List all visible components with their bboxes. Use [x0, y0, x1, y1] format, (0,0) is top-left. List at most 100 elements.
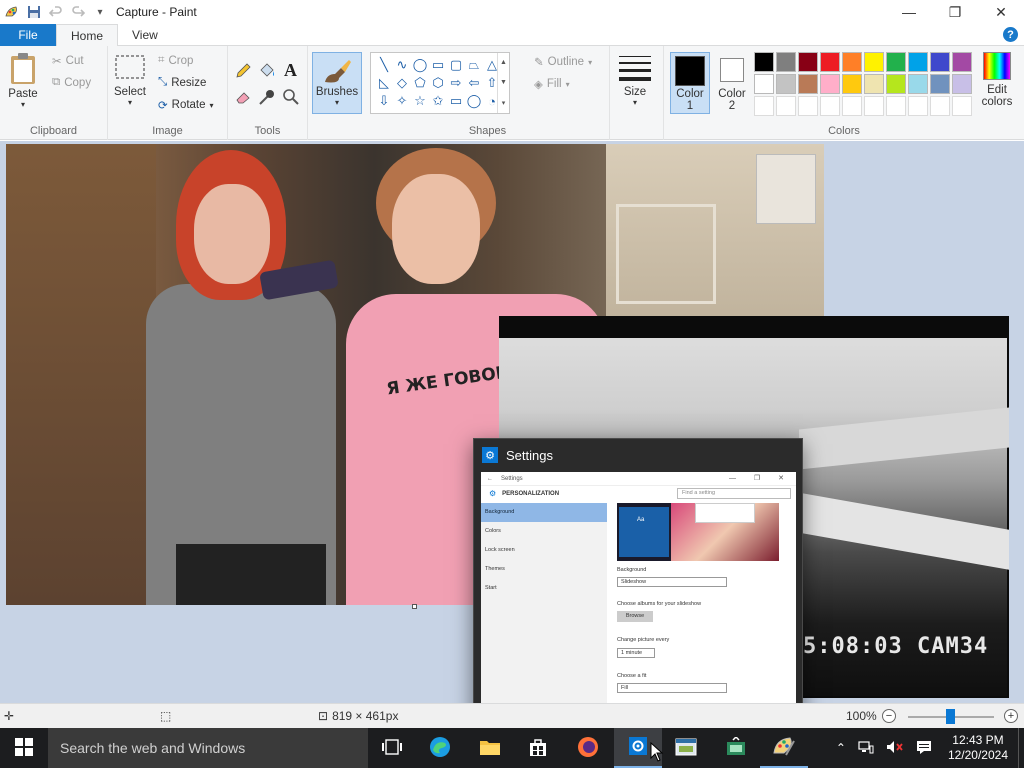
palette-swatch-empty[interactable] [886, 96, 906, 116]
fill-button[interactable]: ◈ Fill ▾ [534, 77, 570, 91]
palette-swatch-empty[interactable] [798, 96, 818, 116]
firefox-taskbar-button[interactable] [564, 728, 612, 768]
zoom-in-button[interactable]: + [1004, 709, 1018, 723]
tab-view[interactable]: View [118, 24, 172, 46]
edge-taskbar-button[interactable] [416, 728, 464, 768]
store-taskbar-button[interactable] [514, 728, 562, 768]
shape-item[interactable]: ☆ [411, 92, 429, 110]
outline-button[interactable]: ✎ Outline ▾ [534, 55, 592, 69]
palette-swatch[interactable] [930, 74, 950, 94]
palette-swatch[interactable] [776, 74, 796, 94]
rotate-button[interactable]: ⟳ Rotate ▾ [158, 98, 214, 112]
rotate-dropdown-icon[interactable]: ▾ [210, 101, 214, 110]
customize-toolbar-icon[interactable]: ▾ [92, 4, 108, 20]
palette-swatch[interactable] [908, 74, 928, 94]
paint-app-icon[interactable] [4, 4, 20, 20]
resize-button[interactable]: ⤡ Resize [158, 76, 206, 89]
scroll-down-icon[interactable]: ▼ [500, 79, 507, 86]
clock[interactable]: 12:43 PM 12/20/2024 [938, 733, 1018, 763]
palette-swatch-empty[interactable] [820, 96, 840, 116]
color2-button[interactable]: Color 2 [712, 52, 752, 114]
minimize-button[interactable]: — [886, 0, 932, 24]
select-button[interactable]: Select ▾ [114, 54, 146, 107]
shape-item[interactable]: ◯ [411, 56, 429, 74]
shape-item[interactable]: ⇨ [447, 74, 465, 92]
palette-swatch[interactable] [864, 52, 884, 72]
palette-swatch-empty[interactable] [754, 96, 774, 116]
palette-swatch[interactable] [776, 52, 796, 72]
cut-button[interactable]: ✂ Cut [52, 54, 84, 68]
palette-swatch[interactable] [886, 52, 906, 72]
palette-swatch[interactable] [864, 74, 884, 94]
action-center-icon[interactable] [910, 740, 938, 757]
shape-item[interactable]: ▢ [447, 56, 465, 74]
magnifier-icon[interactable] [282, 88, 300, 106]
copy-button[interactable]: ⧉ Copy [52, 76, 91, 89]
zoom-out-button[interactable]: − [882, 709, 896, 723]
palette-swatch-empty[interactable] [864, 96, 884, 116]
palette-swatch[interactable] [952, 52, 972, 72]
palette-swatch[interactable] [842, 52, 862, 72]
palette-swatch-empty[interactable] [908, 96, 928, 116]
color-picker-icon[interactable] [258, 88, 276, 106]
shape-item[interactable]: ◺ [375, 74, 393, 92]
shape-item[interactable]: ✧ [393, 92, 411, 110]
close-button[interactable]: ✕ [978, 0, 1024, 24]
shape-item[interactable]: ⏢ [465, 56, 483, 74]
paint-taskbar-button[interactable] [760, 728, 808, 768]
palette-swatch[interactable] [798, 52, 818, 72]
save-icon[interactable] [26, 4, 42, 20]
task-view-button[interactable] [368, 728, 416, 768]
settings-window-preview[interactable]: ⚙ Settings ← Settings — ❐ ✕ ⚙ PERSONALIZ… [473, 438, 803, 703]
maximize-button[interactable]: ❐ [932, 0, 978, 24]
palette-swatch[interactable] [820, 74, 840, 94]
shape-item[interactable]: ▭ [429, 56, 447, 74]
shape-item[interactable]: ✩ [429, 92, 447, 110]
palette-swatch[interactable] [886, 74, 906, 94]
shape-item[interactable]: ╲ [375, 56, 393, 74]
palette-swatch[interactable] [908, 52, 928, 72]
size-dropdown-icon[interactable]: ▾ [633, 98, 637, 107]
palette-swatch[interactable] [952, 74, 972, 94]
palette-swatch-empty[interactable] [842, 96, 862, 116]
palette-swatch[interactable] [842, 74, 862, 94]
file-explorer-taskbar-button[interactable] [466, 728, 514, 768]
shape-item[interactable]: ⬡ [429, 74, 447, 92]
scroll-up-icon[interactable]: ▲ [500, 59, 507, 66]
palette-swatch[interactable] [798, 74, 818, 94]
shape-item[interactable]: ∿ [393, 56, 411, 74]
select-dropdown-icon[interactable]: ▾ [128, 98, 132, 107]
help-icon[interactable]: ? [1003, 27, 1018, 42]
window-taskbar-button[interactable] [662, 728, 710, 768]
redo-icon[interactable] [70, 4, 86, 20]
tab-file[interactable]: File [0, 24, 56, 46]
crop-button[interactable]: ⌗ Crop [158, 54, 193, 67]
show-hidden-icons[interactable]: ⌃ [830, 741, 852, 755]
resize-handle-bottom[interactable] [412, 604, 417, 609]
size-button[interactable]: Size ▾ [618, 54, 652, 107]
shape-item[interactable]: ⇦ [465, 74, 483, 92]
brushes-button[interactable]: Brushes ▾ [312, 52, 362, 114]
undo-icon[interactable] [48, 4, 64, 20]
palette-swatch-empty[interactable] [952, 96, 972, 116]
pencil-icon[interactable] [234, 62, 252, 80]
shape-item[interactable]: ⬠ [411, 74, 429, 92]
shape-item[interactable]: ▭ [447, 92, 465, 110]
canvas-workspace[interactable]: Я ЖЕ ГОВОРИЛ 5:08:03 CAM34 ⚙ Settings ← … [0, 141, 1024, 703]
fill-bucket-icon[interactable] [258, 62, 276, 80]
palette-swatch[interactable] [754, 52, 774, 72]
tab-home[interactable]: Home [56, 24, 119, 47]
shape-item[interactable]: ◇ [393, 74, 411, 92]
color1-button[interactable]: Color 1 [670, 52, 710, 114]
volume-muted-icon[interactable] [880, 740, 910, 757]
palette-swatch-empty[interactable] [930, 96, 950, 116]
show-desktop-button[interactable] [1018, 728, 1024, 768]
screen-recorder-taskbar-button[interactable] [712, 728, 760, 768]
shape-item[interactable]: ⇩ [375, 92, 393, 110]
start-button[interactable] [0, 728, 48, 768]
shape-item[interactable]: ◯ [465, 92, 483, 110]
eraser-icon[interactable] [234, 88, 252, 106]
paste-button[interactable]: Paste ▾ [8, 52, 38, 109]
palette-swatch[interactable] [754, 74, 774, 94]
brushes-dropdown-icon[interactable]: ▾ [335, 98, 339, 107]
